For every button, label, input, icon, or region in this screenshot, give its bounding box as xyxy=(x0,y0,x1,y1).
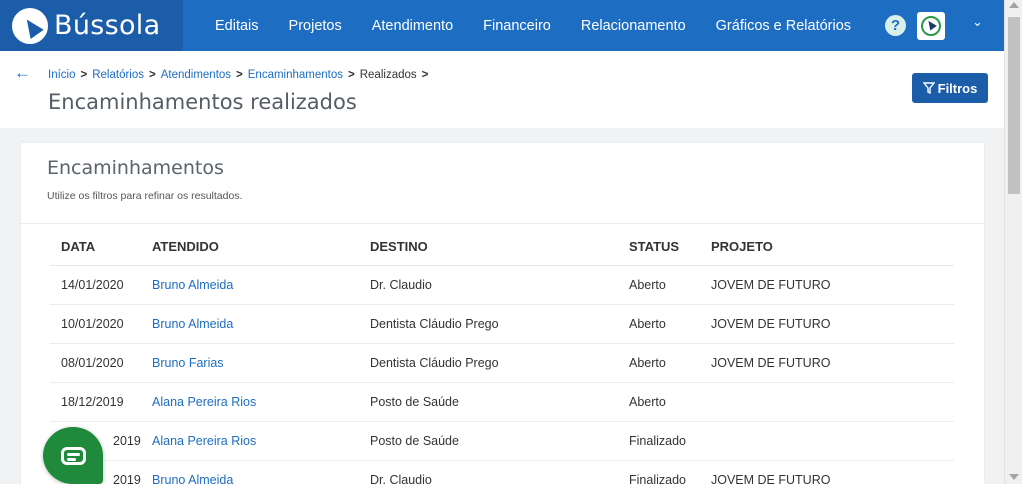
cell-project xyxy=(700,382,954,422)
results-card: Encaminhamentos Utilize os filtros para … xyxy=(21,143,984,484)
cell-date: 08/01/2020 xyxy=(50,343,141,383)
cell-attendee-link[interactable]: Bruno Almeida xyxy=(141,460,359,484)
table-row: 2019 Alana Pereira Rios Posto de Saúde F… xyxy=(50,421,954,461)
nav-item-financeiro[interactable]: Financeiro xyxy=(468,18,566,34)
table-row: 18/12/2019 Alana Pereira Rios Posto de S… xyxy=(50,382,954,422)
back-arrow-icon[interactable]: ← xyxy=(14,63,31,83)
cell-destination: Dentista Cláudio Prego xyxy=(359,304,618,344)
cell-attendee-link[interactable]: Bruno Almeida xyxy=(141,265,359,305)
cell-destination: Posto de Saúde xyxy=(359,382,618,422)
filters-button[interactable]: Filtros xyxy=(912,73,988,103)
breadcrumb-separator: > xyxy=(80,69,88,81)
column-header-status[interactable]: STATUS xyxy=(618,228,700,266)
card-header: Encaminhamentos Utilize os filtros para … xyxy=(21,143,984,224)
cell-attendee-link[interactable]: Alana Pereira Rios xyxy=(141,382,359,422)
vertical-scrollbar[interactable] xyxy=(1004,0,1022,484)
filters-button-label: Filtros xyxy=(937,80,978,96)
cell-project: JOVEM DE FUTURO xyxy=(700,460,954,484)
breadcrumb: Início > Relatórios > Atendimentos > Encaminha… xyxy=(48,69,433,81)
breadcrumb-separator: > xyxy=(149,69,156,81)
scroll-down-arrow-icon[interactable] xyxy=(1009,474,1019,480)
cell-destination: Dentista Cláudio Prego xyxy=(359,343,618,383)
column-header-data[interactable]: DATA xyxy=(50,228,141,266)
cell-attendee-link[interactable]: Bruno Almeida xyxy=(141,304,359,344)
help-icon[interactable]: ? xyxy=(885,15,906,36)
nav-item-atendimento[interactable]: Atendimento xyxy=(357,18,468,34)
breadcrumb-current: Realizados xyxy=(359,69,417,81)
breadcrumb-separator: > xyxy=(421,69,429,81)
cell-project: JOVEM DE FUTURO xyxy=(700,304,954,344)
chat-bubble-icon xyxy=(60,446,86,465)
scroll-up-arrow-icon[interactable] xyxy=(1009,2,1019,8)
cell-status: Finalizado xyxy=(618,421,700,461)
nav-item-projetos[interactable]: Projetos xyxy=(274,18,357,34)
cell-attendee-link[interactable]: Bruno Farias xyxy=(141,343,359,383)
referrals-table: DATA ATENDIDO DESTINO STATUS PROJETO 14/… xyxy=(50,228,954,484)
top-navbar: Bússola Editais Projetos Atendimento Fin… xyxy=(0,0,1004,51)
page-header: ← Início > Relatórios > Atendimentos > Encamin… xyxy=(0,51,1004,128)
breadcrumb-atendimentos[interactable]: Atendimentos xyxy=(161,69,231,81)
nav-item-editais[interactable]: Editais xyxy=(200,18,274,34)
page-title: Encaminhamentos realizados xyxy=(48,90,357,114)
card-subtitle: Utilize os filtros para refinar os resul… xyxy=(47,190,243,202)
cell-destination: Posto de Saúde xyxy=(359,421,618,461)
brand-logo[interactable]: Bússola xyxy=(0,0,183,51)
breadcrumb-encaminhamentos[interactable]: Encaminhamentos xyxy=(248,69,343,81)
chat-button[interactable] xyxy=(43,427,103,484)
cell-project: JOVEM DE FUTURO xyxy=(700,343,954,383)
cell-status: Aberto xyxy=(618,304,700,344)
cell-project: JOVEM DE FUTURO xyxy=(700,265,954,305)
cell-status: Aberto xyxy=(618,343,700,383)
table-row: 10/01/2020 Bruno Almeida Dentista Cláudi… xyxy=(50,304,954,344)
cell-status: Aberto xyxy=(618,382,700,422)
column-header-destino[interactable]: DESTINO xyxy=(359,228,618,266)
avatar[interactable] xyxy=(917,12,945,40)
funnel-icon xyxy=(922,82,935,94)
cell-date: 14/01/2020 xyxy=(50,265,141,305)
table-row: 2019 Bruno Almeida Dr. Claudio Finalizad… xyxy=(50,460,954,484)
nav-item-relacionamento[interactable]: Relacionamento xyxy=(566,18,701,34)
cell-destination: Dr. Claudio xyxy=(359,265,618,305)
cell-status: Finalizado xyxy=(618,460,700,484)
compass-icon xyxy=(12,7,48,44)
column-header-atendido[interactable]: ATENDIDO xyxy=(141,228,359,266)
scrollbar-thumb[interactable] xyxy=(1008,17,1020,194)
breadcrumb-separator: > xyxy=(236,69,243,81)
table-row: 14/01/2020 Bruno Almeida Dr. Claudio Abe… xyxy=(50,265,954,305)
cell-destination: Dr. Claudio xyxy=(359,460,618,484)
cell-attendee-link[interactable]: Alana Pereira Rios xyxy=(141,421,359,461)
table-row: 08/01/2020 Bruno Farias Dentista Cláudio… xyxy=(50,343,954,383)
cell-project xyxy=(700,421,954,461)
cell-status: Aberto xyxy=(618,265,700,305)
compass-icon xyxy=(921,16,941,36)
breadcrumb-separator: > xyxy=(348,69,355,81)
breadcrumb-relatorios[interactable]: Relatórios xyxy=(92,69,144,81)
table-header-row: DATA ATENDIDO DESTINO STATUS PROJETO xyxy=(50,228,954,266)
column-header-projeto[interactable]: PROJETO xyxy=(700,228,954,266)
card-title: Encaminhamentos xyxy=(47,157,224,179)
cell-date: 10/01/2020 xyxy=(50,304,141,344)
brand-name: Bússola xyxy=(54,10,161,41)
main-nav: Editais Projetos Atendimento Financeiro … xyxy=(200,0,866,51)
cell-date: 18/12/2019 xyxy=(50,382,141,422)
breadcrumb-inicio[interactable]: Início xyxy=(48,69,76,81)
chevron-down-icon[interactable]: ⌄ xyxy=(972,14,983,30)
nav-item-graficos-relatorios[interactable]: Gráficos e Relatórios xyxy=(701,18,866,34)
